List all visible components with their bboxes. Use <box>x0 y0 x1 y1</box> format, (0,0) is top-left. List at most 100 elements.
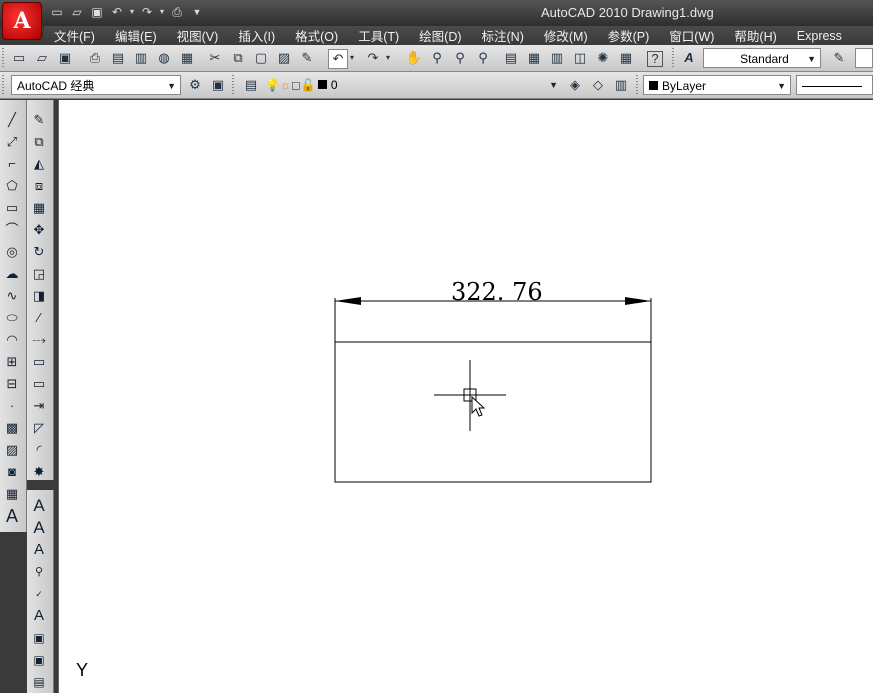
undo-dropdown-icon[interactable]: ▾ <box>128 3 136 21</box>
linetype-select[interactable] <box>796 75 873 95</box>
new-file-icon[interactable]: ▭ <box>48 3 66 21</box>
break-at-point-icon[interactable]: ▭ <box>29 352 49 372</box>
stretch-icon[interactable]: ◨ <box>29 286 49 306</box>
text-icon[interactable]: A <box>29 496 49 516</box>
layer-states-icon[interactable]: ▥ <box>612 76 630 94</box>
open-icon[interactable]: ▱ <box>33 49 51 67</box>
open-file-icon[interactable]: ▱ <box>68 3 86 21</box>
ellipse-icon[interactable]: ⬭ <box>2 308 22 328</box>
menu-insert[interactable]: 插入(I) <box>238 26 275 45</box>
make-block-icon[interactable]: ⊟ <box>2 374 22 394</box>
menu-window[interactable]: 窗口(W) <box>669 26 714 45</box>
construction-line-icon[interactable]: ⤢ <box>2 132 22 152</box>
undo-icon[interactable]: ↶ <box>328 49 348 69</box>
gradient-icon[interactable]: ▨ <box>2 440 22 460</box>
table-icon[interactable]: ▦ <box>2 484 22 504</box>
application-menu-button[interactable]: A <box>2 2 42 40</box>
move-icon[interactable]: ✥ <box>29 220 49 240</box>
menu-parametric[interactable]: 参数(P) <box>608 26 650 45</box>
break-icon[interactable]: ▭ <box>29 374 49 394</box>
find-text-icon[interactable]: ⚲ <box>29 562 49 582</box>
polygon-icon[interactable]: ⬠ <box>2 176 22 196</box>
sheet-set-icon[interactable]: ◫ <box>571 49 589 67</box>
text-style-select[interactable]: Standard ▼ <box>703 48 821 68</box>
extend-icon[interactable]: ⤏ <box>29 330 49 350</box>
convert-space-icon[interactable]: ▤ <box>29 672 49 692</box>
array-icon[interactable]: ▦ <box>29 198 49 218</box>
tool-palettes-icon[interactable]: ▥ <box>548 49 566 67</box>
cut-icon[interactable]: ✂ <box>206 49 224 67</box>
properties-icon[interactable]: ▤ <box>502 49 520 67</box>
layer-previous-icon[interactable]: ◇ <box>589 76 607 94</box>
menu-tools[interactable]: 工具(T) <box>358 26 399 45</box>
dimension-style-select[interactable] <box>855 48 873 68</box>
redo-icon[interactable]: ↷ <box>364 49 382 67</box>
plot-icon[interactable]: ⎙ <box>168 3 186 21</box>
polyline-icon[interactable]: ⌐ <box>2 154 22 174</box>
menu-edit[interactable]: 编辑(E) <box>115 26 157 45</box>
zoom-window-icon[interactable]: ⚲ <box>451 49 469 67</box>
arc-icon[interactable]: ⌒ <box>2 220 22 240</box>
pan-icon[interactable]: ✋ <box>405 49 423 67</box>
paste-icon[interactable]: ▢ <box>252 49 270 67</box>
scale-text-icon[interactable]: ▣ <box>29 628 49 648</box>
workspace-select[interactable]: AutoCAD 经典 ▼ <box>11 75 181 95</box>
single-line-text-icon[interactable]: A <box>29 518 49 538</box>
workspace-settings-icon[interactable]: ⚙ <box>186 76 204 94</box>
rectangle-object[interactable] <box>334 341 652 483</box>
plot-icon[interactable]: ⎙ <box>86 49 104 67</box>
copy-object-icon[interactable]: ⧉ <box>29 132 49 152</box>
rectangle-icon[interactable]: ▭ <box>2 198 22 218</box>
trim-icon[interactable]: ⁄ <box>29 308 49 328</box>
calculator-icon[interactable]: ▦ <box>617 49 635 67</box>
copy-icon[interactable]: ⧉ <box>229 49 247 67</box>
layer-select[interactable]: 💡☼◻🔓 0 ▼ <box>265 75 562 95</box>
justify-text-icon[interactable]: ▣ <box>29 650 49 670</box>
menu-modify[interactable]: 修改(M) <box>544 26 588 45</box>
publish-icon[interactable]: ▥ <box>132 49 150 67</box>
zoom-previous-icon[interactable]: ⚲ <box>474 49 492 67</box>
workspace-save-icon[interactable]: ▣ <box>209 76 227 94</box>
qat-menu-icon[interactable]: ▼ <box>188 3 206 21</box>
rotate-icon[interactable]: ↻ <box>29 242 49 262</box>
join-icon[interactable]: ⇥ <box>29 396 49 416</box>
plot-preview-icon[interactable]: ▤ <box>109 49 127 67</box>
scale-icon[interactable]: ◲ <box>29 264 49 284</box>
dimension-text[interactable]: 322. 76 <box>451 278 543 306</box>
hatch-icon[interactable]: ▩ <box>2 418 22 438</box>
menu-view[interactable]: 视图(V) <box>177 26 219 45</box>
circle-icon[interactable]: ◎ <box>2 242 22 262</box>
undo-icon[interactable]: ↶ <box>108 3 126 21</box>
revision-cloud-icon[interactable]: ☁ <box>2 264 22 284</box>
edit-text-icon[interactable]: A <box>29 540 49 560</box>
dimension-style-icon[interactable]: ✎ <box>830 49 848 67</box>
redo-icon[interactable]: ↷ <box>138 3 156 21</box>
block-editor-icon[interactable]: ✎ <box>298 49 316 67</box>
chamfer-icon[interactable]: ◸ <box>29 418 49 438</box>
menu-format[interactable]: 格式(O) <box>295 26 338 45</box>
save-icon[interactable]: ▣ <box>88 3 106 21</box>
color-select[interactable]: ByLayer ▼ <box>643 75 791 95</box>
multiline-text-icon[interactable]: A <box>2 506 22 526</box>
line-icon[interactable]: ╱ <box>2 110 22 130</box>
drawing-canvas[interactable]: 322. 76 Y <box>58 100 873 693</box>
mirror-icon[interactable]: ◭ <box>29 154 49 174</box>
insert-block-icon[interactable]: ⊞ <box>2 352 22 372</box>
region-icon[interactable]: ◙ <box>2 462 22 482</box>
menu-draw[interactable]: 绘图(D) <box>419 26 461 45</box>
help-icon[interactable]: ? <box>647 51 663 67</box>
spell-check-icon[interactable]: ✓ <box>29 584 49 604</box>
match-properties-icon[interactable]: ▨ <box>275 49 293 67</box>
make-current-layer-icon[interactable]: ◈ <box>566 76 584 94</box>
ellipse-arc-icon[interactable]: ◠ <box>2 330 22 350</box>
save-icon[interactable]: ▣ <box>56 49 74 67</box>
menu-dimension[interactable]: 标注(N) <box>482 26 524 45</box>
etransmit-icon[interactable]: ▦ <box>178 49 196 67</box>
text-style-icon[interactable]: A <box>680 49 698 67</box>
design-center-icon[interactable]: ▦ <box>525 49 543 67</box>
zoom-realtime-icon[interactable]: ⚲ <box>428 49 446 67</box>
erase-icon[interactable]: ✎ <box>29 110 49 130</box>
layer-properties-icon[interactable]: ▤ <box>242 76 260 94</box>
spline-icon[interactable]: ∿ <box>2 286 22 306</box>
menu-help[interactable]: 帮助(H) <box>734 26 776 45</box>
